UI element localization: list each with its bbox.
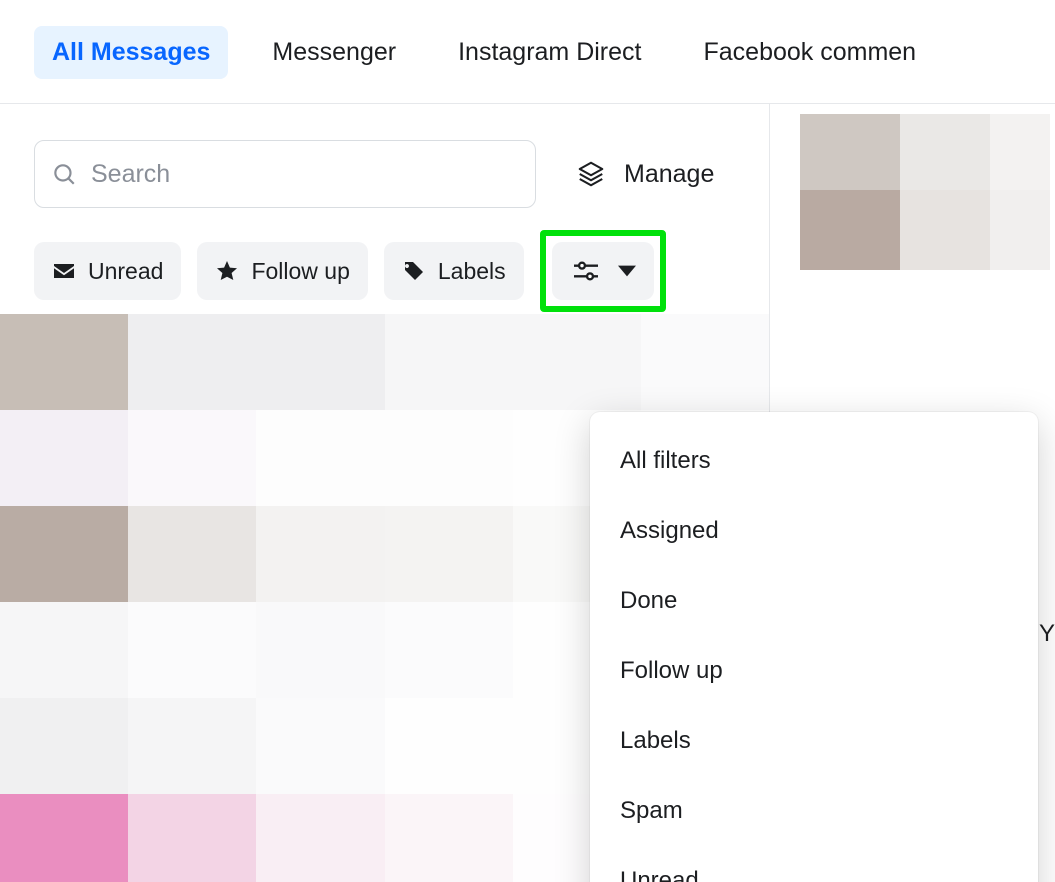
chip-followup-label: Follow up (251, 258, 349, 285)
pixel-cell (385, 506, 513, 602)
pixel-cell (0, 314, 128, 410)
filter-option-done[interactable]: Done (590, 566, 1038, 636)
pixel-cell (256, 314, 384, 410)
pixel-cell (256, 602, 384, 698)
chip-unread[interactable]: Unread (34, 242, 181, 300)
truncated-text: Y (1039, 620, 1055, 648)
filter-highlight (540, 230, 666, 312)
pixel-cell (900, 114, 990, 190)
pixel-cell (0, 698, 128, 794)
pixel-cell (0, 602, 128, 698)
filter-option-assigned[interactable]: Assigned (590, 496, 1038, 566)
tab-messenger[interactable]: Messenger (254, 26, 414, 79)
pixel-cell (256, 794, 384, 882)
stack-icon (576, 159, 606, 189)
tab-instagram-direct[interactable]: Instagram Direct (440, 26, 659, 79)
pixel-cell (800, 114, 900, 190)
pixel-cell (990, 114, 1050, 190)
pixel-cell (385, 794, 513, 882)
caret-down-icon (618, 262, 636, 280)
filter-option-unread[interactable]: Unread (590, 846, 1038, 882)
filter-option-followup[interactable]: Follow up (590, 636, 1038, 706)
pixel-cell (256, 410, 384, 506)
pixel-cell (900, 190, 990, 270)
sliders-icon (570, 255, 602, 287)
pixel-cell (128, 314, 256, 410)
pixel-cell (513, 314, 641, 410)
list-toolbar: Manage Unread Follow up (0, 104, 769, 344)
filter-option-all[interactable]: All filters (590, 426, 1038, 496)
tag-icon (402, 259, 426, 283)
tab-all-messages[interactable]: All Messages (34, 26, 228, 79)
chip-unread-label: Unread (88, 258, 163, 285)
pixel-cell (800, 190, 900, 270)
pixel-cell (128, 698, 256, 794)
pixel-cell (990, 190, 1050, 270)
pixel-cell (385, 410, 513, 506)
filter-option-labels[interactable]: Labels (590, 706, 1038, 776)
pixel-cell (128, 410, 256, 506)
manage-button[interactable]: Manage (576, 159, 714, 189)
search-input[interactable] (91, 160, 519, 189)
pixel-cell (385, 602, 513, 698)
pixel-cell (385, 314, 513, 410)
chip-labels-label: Labels (438, 258, 506, 285)
pixel-cell (128, 602, 256, 698)
mail-icon (52, 259, 76, 283)
pixel-cell (256, 506, 384, 602)
filter-dropdown-menu: All filters Assigned Done Follow up Labe… (590, 412, 1038, 882)
pixel-cell (641, 314, 769, 410)
star-icon (215, 259, 239, 283)
manage-label: Manage (624, 160, 714, 189)
pixel-cell (128, 794, 256, 882)
pixel-cell (128, 506, 256, 602)
chip-labels[interactable]: Labels (384, 242, 524, 300)
pixel-cell (0, 794, 128, 882)
search-icon (51, 161, 77, 187)
pixel-cell (0, 410, 128, 506)
pixel-cell (385, 698, 513, 794)
chip-followup[interactable]: Follow up (197, 242, 367, 300)
pixel-cell (256, 698, 384, 794)
search-box[interactable] (34, 140, 536, 208)
filter-dropdown-button[interactable] (552, 242, 654, 300)
pixel-cell (0, 506, 128, 602)
conversation-header-blurred (800, 114, 1055, 270)
tab-facebook-comments[interactable]: Facebook commen (685, 26, 934, 79)
filter-option-spam[interactable]: Spam (590, 776, 1038, 846)
tabs-bar: All Messages Messenger Instagram Direct … (0, 0, 1055, 104)
